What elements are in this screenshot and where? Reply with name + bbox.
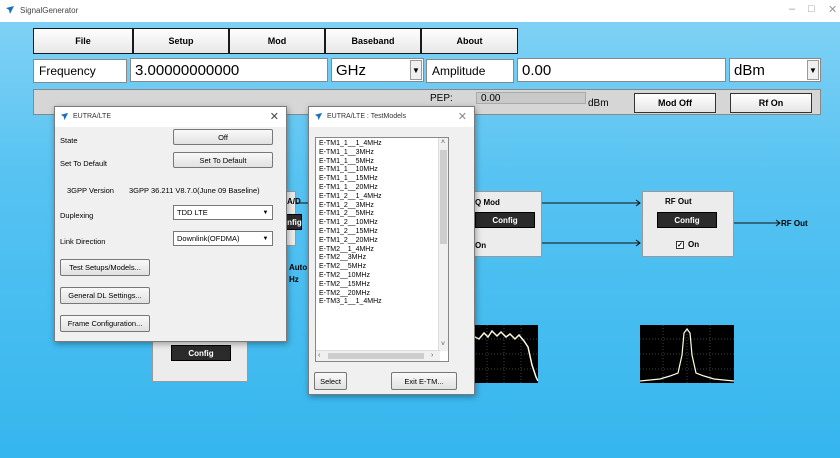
list-item[interactable]: E-TM2__5MHz	[319, 263, 382, 272]
list-item[interactable]: E-TM2__15MHz	[319, 281, 382, 290]
iq-spectrum-scope	[470, 325, 538, 383]
link-direction-label: Link Direction	[60, 237, 106, 246]
rf-out-output-label: RF Out	[781, 219, 808, 228]
test-models-list[interactable]: E-TM1_1__1_4MHz E-TM1_1__3MHz E-TM1_1__5MH…	[315, 137, 449, 362]
list-item[interactable]: E-TM1_1__10MHz	[319, 166, 382, 175]
list-item[interactable]: E-TM1_1__20MHz	[319, 184, 382, 193]
version-value: 3GPP 36.211 V8.7.0(June 09 Baseline)	[129, 186, 260, 195]
list-item[interactable]: E-TM2__3MHz	[319, 254, 382, 263]
list-item[interactable]: E-TM3_1__1_4MHz	[319, 298, 382, 307]
duplexing-value: TDD LTE	[177, 208, 208, 217]
eutra-lte-dialog-title: EUTRA/LTE	[73, 113, 111, 120]
test-models-dialog-title: EUTRA/LTE : TestModels	[327, 113, 407, 120]
set-default-label: Set To Default	[60, 159, 107, 168]
exit-etm-button[interactable]: Exit E-TM...	[391, 372, 457, 390]
app-logo-icon	[60, 112, 69, 121]
list-item[interactable]: E-TM2__10MHz	[319, 272, 382, 281]
scroll-down-icon[interactable]: ˅	[441, 341, 445, 348]
list-item[interactable]: E-TM1_2__10MHz	[319, 219, 382, 228]
link-direction-select[interactable]: Downlink(OFDMA) ▼	[173, 231, 273, 246]
scroll-up-icon[interactable]: ˄	[441, 139, 445, 146]
version-label: 3GPP Version	[67, 186, 114, 195]
chevron-down-icon: ▼	[262, 210, 269, 216]
rf-spectrum-scope	[640, 325, 734, 383]
list-item[interactable]: E-TM1_1__15MHz	[319, 175, 382, 184]
test-models-items: E-TM1_1__1_4MHz E-TM1_1__3MHz E-TM1_1__5MH…	[319, 140, 382, 307]
test-models-dialog-titlebar: EUTRA/LTE : TestModels ✕	[309, 107, 474, 127]
duplexing-label: Duplexing	[60, 211, 94, 220]
app-logo-icon	[314, 112, 323, 121]
test-setups-models-button[interactable]: Test Setups/Models...	[60, 259, 150, 276]
list-item[interactable]: E-TM1_2__15MHz	[319, 228, 382, 237]
duplexing-select[interactable]: TDD LTE ▼	[173, 205, 273, 220]
list-item[interactable]: E-TM1_1__1_4MHz	[319, 140, 382, 149]
frame-configuration-button[interactable]: Frame Configuration...	[60, 315, 150, 332]
scrollbar-thumb[interactable]	[328, 353, 424, 359]
horizontal-scrollbar[interactable]: ‹ ›	[316, 350, 440, 361]
set-to-default-button[interactable]: Set To Default	[173, 152, 273, 168]
close-icon[interactable]: ✕	[458, 110, 467, 123]
list-item[interactable]: E-TM2__20MHz	[319, 290, 382, 299]
list-item[interactable]: E-TM1_1__3MHz	[319, 149, 382, 158]
list-item[interactable]: E-TM1_2__20MHz	[319, 237, 382, 246]
link-direction-value: Downlink(OFDMA)	[177, 234, 240, 243]
vertical-scrollbar[interactable]: ˄ ˅	[438, 138, 448, 351]
chevron-down-icon: ▼	[262, 236, 269, 242]
scroll-left-icon[interactable]: ‹	[318, 352, 320, 359]
eutra-lte-dialog-titlebar: EUTRA/LTE ✕	[55, 107, 286, 127]
list-item[interactable]: E-TM1_2__1_4MHz	[319, 193, 382, 202]
state-label: State	[60, 136, 78, 145]
general-dl-settings-button[interactable]: General DL Settings...	[60, 287, 150, 304]
eutra-lte-dialog: EUTRA/LTE ✕ State Off Set To Default Set…	[54, 106, 287, 342]
scrollbar-thumb[interactable]	[440, 150, 447, 244]
list-item[interactable]: E-TM1_2__3MHz	[319, 202, 382, 211]
select-button[interactable]: Select	[314, 372, 347, 390]
list-item[interactable]: E-TM2__1_4MHz	[319, 246, 382, 255]
test-models-dialog: EUTRA/LTE : TestModels ✕ E-TM1_1__1_4MHz…	[308, 106, 475, 395]
state-toggle-button[interactable]: Off	[173, 129, 273, 145]
list-item[interactable]: E-TM1_1__5MHz	[319, 158, 382, 167]
list-item[interactable]: E-TM1_2__5MHz	[319, 210, 382, 219]
close-icon[interactable]: ✕	[270, 110, 279, 123]
scroll-right-icon[interactable]: ›	[431, 352, 433, 359]
